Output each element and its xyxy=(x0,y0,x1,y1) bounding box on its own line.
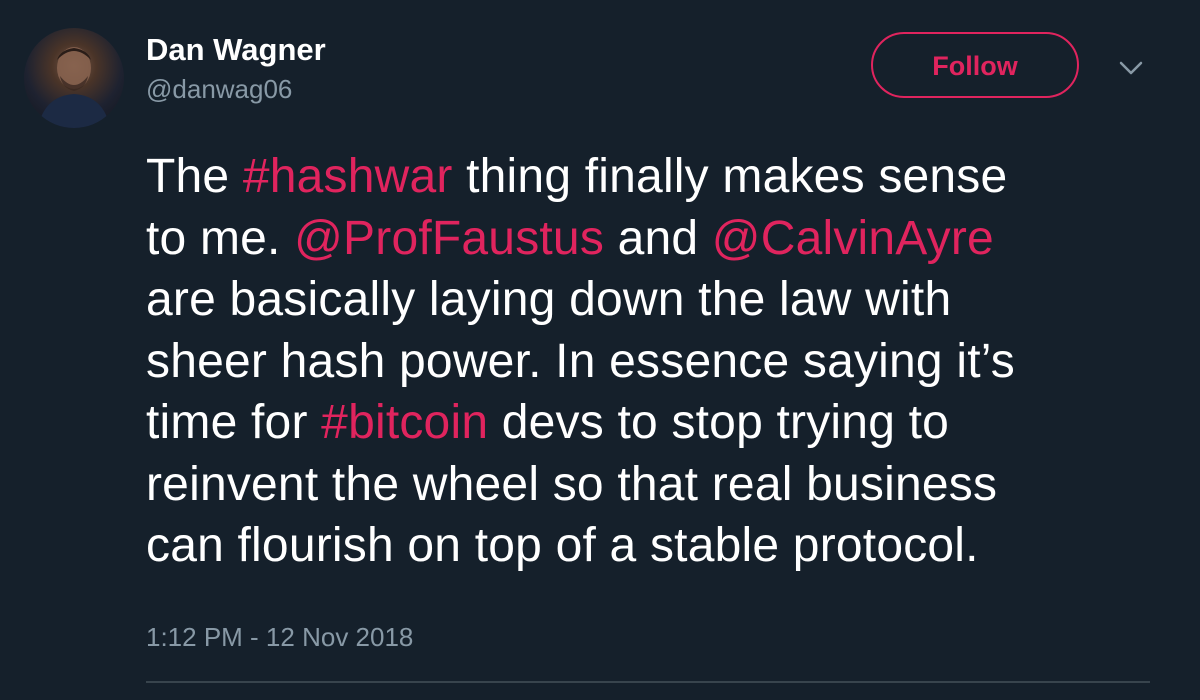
tweet-card: Dan Wagner @danwag06 Follow The #hashwar… xyxy=(0,0,1200,700)
tweet-text-segment: time for xyxy=(146,396,322,449)
tweet-text-segment: The xyxy=(146,150,243,203)
display-name[interactable]: Dan Wagner xyxy=(146,30,326,70)
tweet-line: The #hashwar thing finally makes sense xyxy=(146,146,1166,208)
tweet-line: are basically laying down the law with xyxy=(146,273,952,326)
tweet-text-segment: devs to stop trying to xyxy=(488,396,950,449)
mention-link-proffaustus[interactable]: @ProfFaustus xyxy=(294,212,604,265)
tweet-line: to me. @ProfFaustus and @CalvinAyre xyxy=(146,208,1166,270)
tweet-text-segment: thing finally makes sense xyxy=(452,150,1008,203)
tweet-text-segment: and xyxy=(604,211,712,265)
divider xyxy=(146,681,1150,683)
tweet-line: reinvent the wheel so that real business xyxy=(146,457,998,511)
tweet-text: The #hashwar thing finally makes sense t… xyxy=(146,146,1166,577)
avatar[interactable] xyxy=(24,28,124,128)
chevron-down-icon[interactable] xyxy=(1116,56,1146,80)
tweet-timestamp[interactable]: 1:12 PM - 12 Nov 2018 xyxy=(146,620,413,654)
hashtag-link-hashwar[interactable]: #hashwar xyxy=(243,150,453,203)
follow-button[interactable]: Follow xyxy=(871,32,1079,98)
avatar-photo xyxy=(38,47,110,128)
tweet-line: sheer hash power. In essence saying it’s xyxy=(146,334,1015,388)
tweet-text-segment: to me. xyxy=(146,211,295,265)
user-handle[interactable]: @danwag06 xyxy=(146,72,292,106)
tweet-line: can flourish on top of a stable protocol… xyxy=(146,519,979,572)
hashtag-link-bitcoin[interactable]: #bitcoin xyxy=(321,396,488,449)
tweet-line: time for #bitcoin devs to stop trying to xyxy=(146,392,1166,454)
mention-link-calvinayre[interactable]: @CalvinAyre xyxy=(712,212,994,265)
